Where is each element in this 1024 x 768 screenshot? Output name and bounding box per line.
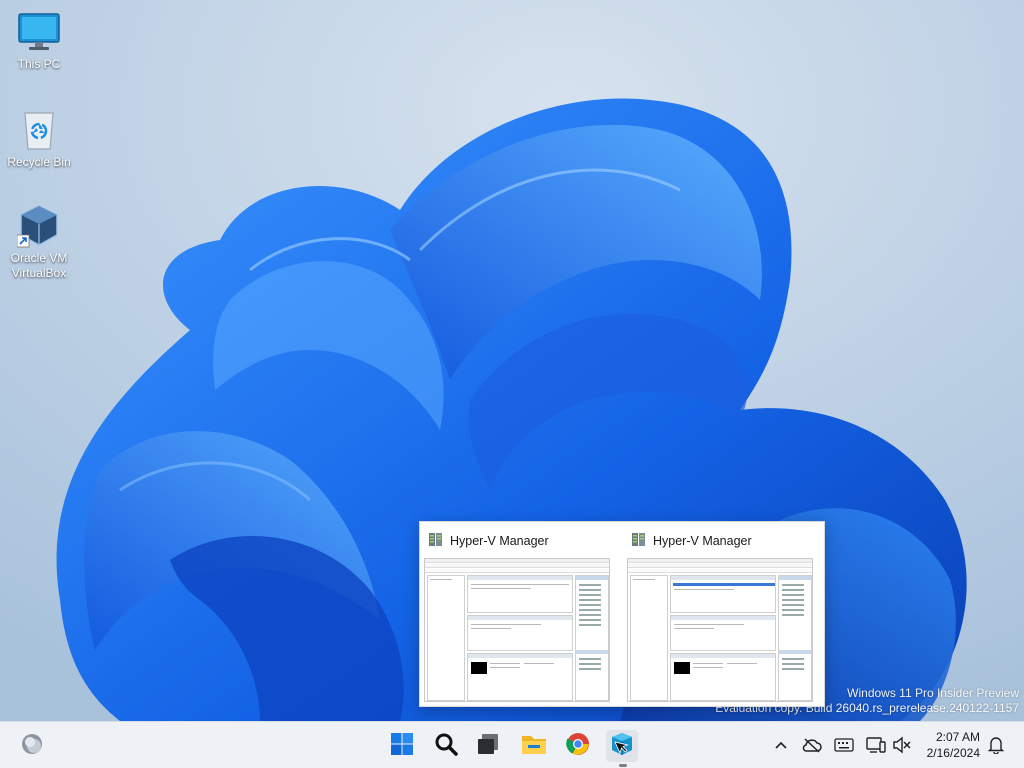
- hyper-v-icon: [428, 531, 444, 552]
- hyper-v-icon: [631, 531, 647, 552]
- folder-icon: [521, 732, 547, 761]
- thumbnail-title: Hyper-V Manager: [450, 534, 549, 548]
- hyper-v-manager-button[interactable]: [606, 730, 638, 762]
- taskbar-thumbnail-popup: Hyper-V Manager Hyper-V Manager: [419, 521, 825, 707]
- system-clock[interactable]: 2:07 AM 2/16/2024: [927, 729, 980, 761]
- desktop-icon-label: Oracle VM VirtualBox: [10, 251, 68, 280]
- task-view-icon: [476, 732, 500, 761]
- desktop-icon-recycle-bin[interactable]: Recycle Bin: [4, 108, 74, 170]
- widgets-button[interactable]: [16, 730, 48, 762]
- window-preview: [627, 558, 813, 702]
- thumbnail-title: Hyper-V Manager: [653, 534, 752, 548]
- chrome-icon: [566, 732, 590, 761]
- speaker-muted-icon[interactable]: [892, 735, 912, 755]
- task-view-button[interactable]: [472, 730, 504, 762]
- window-thumbnail[interactable]: Hyper-V Manager: [424, 528, 617, 702]
- weather-icon: [20, 732, 44, 761]
- search-button[interactable]: [430, 730, 462, 762]
- thumbnail-header: Hyper-V Manager: [627, 528, 820, 554]
- clock-time: 2:07 AM: [935, 730, 980, 744]
- monitor-icon: [16, 10, 62, 54]
- keyboard-icon[interactable]: [834, 735, 854, 755]
- recycle-bin-icon: [16, 108, 62, 152]
- device-icon[interactable]: [866, 735, 886, 755]
- window-preview: [424, 558, 610, 702]
- chrome-button[interactable]: [562, 730, 594, 762]
- virtualbox-icon: [16, 204, 62, 248]
- desktop-icon-label: Recycle Bin: [7, 155, 71, 169]
- desktop-icon-label: This PC: [17, 57, 61, 71]
- clock-date: 2/16/2024: [926, 746, 980, 760]
- start-button[interactable]: [386, 730, 418, 762]
- thumbnail-header: Hyper-V Manager: [424, 528, 617, 554]
- taskbar: 2:07 AM 2/16/2024: [0, 721, 1024, 768]
- window-thumbnail[interactable]: Hyper-V Manager: [627, 528, 820, 702]
- chevron-up-icon[interactable]: [771, 735, 791, 755]
- desktop-icon-this-pc[interactable]: This PC: [4, 10, 74, 72]
- search-icon: [434, 732, 458, 761]
- active-app-indicator: [619, 764, 627, 767]
- file-explorer-button[interactable]: [518, 730, 550, 762]
- hyper-v-icon: [610, 732, 634, 761]
- desktop-icon-virtualbox[interactable]: Oracle VM VirtualBox: [4, 204, 74, 281]
- cloud-offline-icon[interactable]: [802, 735, 822, 755]
- windows-start-icon: [390, 732, 414, 761]
- notification-bell-icon[interactable]: [986, 735, 1006, 755]
